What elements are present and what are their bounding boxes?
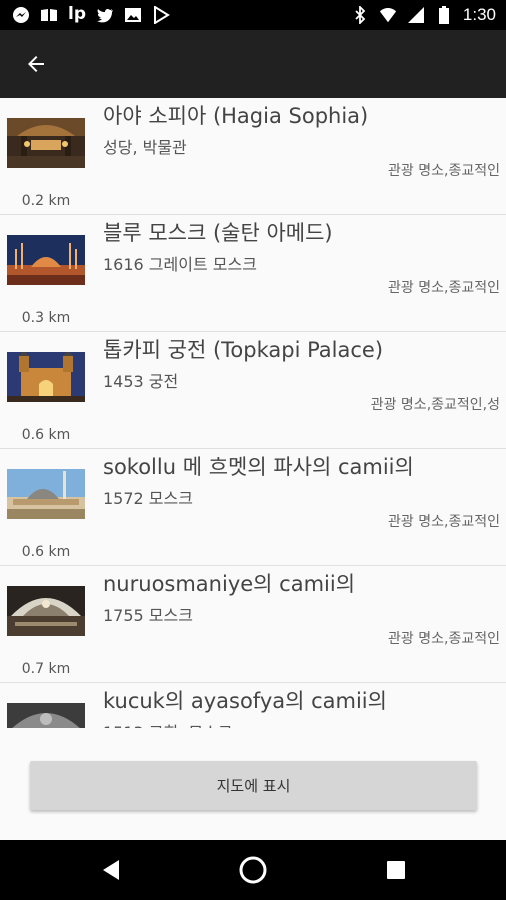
app-bar <box>0 30 506 98</box>
place-distance: 0.6 km <box>21 544 71 560</box>
place-subtitle: 1755 모스크 <box>103 606 193 625</box>
place-categories: 관광 명소,종교적인 <box>388 163 500 179</box>
place-thumbnail <box>7 352 85 402</box>
place-thumbnail <box>7 469 85 519</box>
signal-icon <box>407 6 425 24</box>
nav-home-button[interactable] <box>238 855 268 885</box>
image-icon <box>124 6 142 24</box>
back-triangle-icon <box>103 860 119 880</box>
place-subtitle: 1453 궁전 <box>103 372 179 391</box>
place-thumbnail <box>7 118 85 168</box>
place-name: kucuk의 ayasofya의 camii의 <box>103 689 387 713</box>
play-store-icon <box>152 6 170 24</box>
place-subtitle: 1572 모스크 <box>103 489 193 508</box>
list-item-kucuk-ayasofya[interactable]: kucuk의 ayasofya의 camii의 1513 교회, 모스크 <box>0 683 506 728</box>
place-distance: 0.7 km <box>21 661 71 677</box>
place-name: sokollu 메 흐멧의 파사의 camii의 <box>103 455 414 479</box>
battery-icon <box>435 6 453 24</box>
place-name: 블루 모스크 (술탄 아메드) <box>103 221 333 245</box>
lp-icon: lp <box>68 3 86 24</box>
place-thumbnail <box>7 235 85 285</box>
place-subtitle: 1513 교회, 모스크 <box>103 719 233 728</box>
list-item-nuruosmaniye[interactable]: nuruosmaniye의 camii의 1755 모스크 관광 명소,종교적인… <box>0 566 506 683</box>
messenger-icon <box>12 6 30 24</box>
place-categories: 관광 명소,종교적인,성 <box>370 397 500 413</box>
status-bar: lp 1:30 <box>0 0 506 30</box>
bluetooth-icon <box>351 6 369 24</box>
show-on-map-button[interactable]: 지도에 표시 <box>30 761 477 810</box>
place-subtitle: 1616 그레이트 모스크 <box>103 255 257 274</box>
book-icon <box>40 6 58 24</box>
system-nav-bar <box>0 840 506 900</box>
place-name: 톱카피 궁전 (Topkapi Palace) <box>103 338 384 362</box>
wifi-icon <box>379 6 397 24</box>
list-item-hagia-sophia[interactable]: 아야 소피아 (Hagia Sophia) 성당, 박물관 관광 명소,종교적인… <box>0 98 506 215</box>
list-item-topkapi-palace[interactable]: 톱카피 궁전 (Topkapi Palace) 1453 궁전 관광 명소,종교… <box>0 332 506 449</box>
place-distance: 0.3 km <box>21 310 71 326</box>
home-circle-icon <box>239 856 267 884</box>
arrow-back-icon <box>28 56 44 72</box>
place-distance: 0.6 km <box>21 427 71 443</box>
place-categories: 관광 명소,종교적인 <box>388 631 500 647</box>
places-list[interactable]: 아야 소피아 (Hagia Sophia) 성당, 박물관 관광 명소,종교적인… <box>0 98 506 728</box>
place-subtitle: 성당, 박물관 <box>103 138 187 157</box>
place-categories: 관광 명소,종교적인 <box>388 514 500 530</box>
list-item-blue-mosque[interactable]: 블루 모스크 (술탄 아메드) 1616 그레이트 모스크 관광 명소,종교적인… <box>0 215 506 332</box>
place-categories: 관광 명소,종교적인 <box>388 280 500 296</box>
twitter-icon <box>96 6 114 24</box>
place-distance: 0.2 km <box>21 193 71 209</box>
nav-recents-button[interactable] <box>381 855 411 885</box>
nav-back-button[interactable] <box>96 855 126 885</box>
clock: 1:30 <box>462 5 496 24</box>
place-name: nuruosmaniye의 camii의 <box>103 572 356 596</box>
back-button[interactable] <box>18 46 54 82</box>
recents-square-icon <box>387 861 405 879</box>
bottom-action-area: 지도에 표시 <box>0 728 506 840</box>
list-item-sokollu-mehmet-pasa[interactable]: sokollu 메 흐멧의 파사의 camii의 1572 모스크 관광 명소,… <box>0 449 506 566</box>
place-thumbnail <box>7 586 85 636</box>
place-thumbnail <box>7 703 85 728</box>
place-name: 아야 소피아 (Hagia Sophia) <box>103 104 369 128</box>
